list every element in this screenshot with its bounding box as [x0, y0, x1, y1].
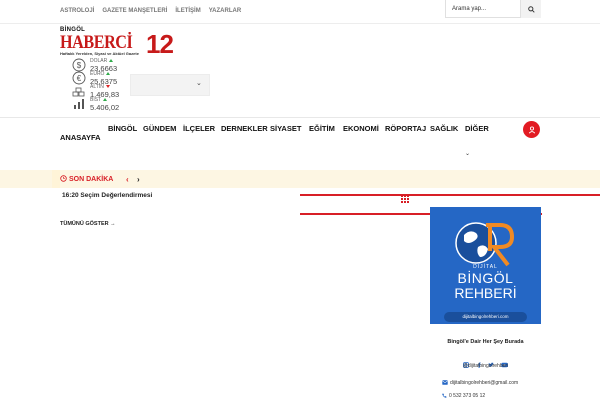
nav-item-saglik[interactable]: SAĞLIK [430, 124, 458, 133]
breaking-headline[interactable]: 16:20 Seçim Değerlendirmesi [62, 192, 152, 199]
chevron-down-icon[interactable]: ⌄ [465, 150, 470, 157]
phone-icon [442, 393, 447, 398]
globe-logo-icon [455, 222, 515, 267]
dijital-bingol-rehberi-ad[interactable]: DİJİTAL BİNGÖL REHBERİ dijitalbingolrehb… [430, 207, 541, 400]
user-login-button[interactable] [523, 121, 540, 138]
breaking-news-accent [52, 170, 60, 188]
top-link-gazete-mansetleri[interactable]: GAZETE MANŞETLERİ [98, 8, 171, 14]
ad-phone[interactable]: 0 532 373 05 12 [442, 393, 485, 399]
ad-bingol: BİNGÖL [457, 270, 514, 286]
top-link-iletisim[interactable]: İLETİŞİM [171, 8, 204, 14]
nav-divider [0, 117, 600, 118]
top-link-yazarlar[interactable]: YAZARLAR [205, 8, 245, 14]
top-links: ASTROLOJİ GAZETE MANŞETLERİ İLETİŞİM YAZ… [60, 8, 245, 14]
search-button[interactable] [521, 0, 541, 18]
svg-text:$: $ [77, 61, 82, 70]
nav-item-anasayfa[interactable]: ANASAYFA [60, 133, 101, 142]
search-icon [527, 5, 535, 13]
nav-item-siyaset[interactable]: SİYASET [270, 124, 301, 133]
clock-icon [60, 175, 67, 182]
bist-icon [74, 99, 84, 109]
user-icon [528, 126, 535, 133]
section-divider [300, 194, 600, 196]
nav-item-gundem[interactable]: GÜNDEM [143, 124, 176, 133]
svg-text:€: € [77, 74, 82, 83]
site-logo[interactable]: BİNGÖL HABERCİ 12 Haftalık Yerelden, Siy… [60, 27, 178, 59]
logo-number: 12 [146, 29, 174, 59]
ad-url[interactable]: dijitalbingolrehberi.com [444, 312, 527, 322]
ad-rehber: REHBERİ [454, 285, 517, 301]
show-all-link[interactable]: TÜMÜNÜ GÖSTER → [60, 221, 116, 227]
ad-tagline: Bingöl'e Dair Her Şey Burada [447, 339, 524, 345]
chevron-right-icon[interactable]: › [137, 175, 140, 184]
mail-icon [442, 380, 448, 385]
top-link-astroloji[interactable]: ASTROLOJİ [60, 8, 98, 14]
nav-item-ilceler[interactable]: İLÇELER [183, 124, 215, 133]
nav-item-ekonomi[interactable]: EKONOMİ [343, 124, 379, 133]
ad-email[interactable]: dijitalbingolrehberi@gmail.com [442, 380, 518, 386]
nav-item-dernekler[interactable]: DERNEKLER [221, 124, 268, 133]
search-input[interactable]: Arama yap... [445, 0, 521, 18]
ad-handle[interactable]: @dijitalbingolrehberi [430, 363, 541, 369]
nav-item-egitim[interactable]: EĞİTİM [309, 124, 335, 133]
gold-icon [72, 87, 85, 97]
euro-icon: € [72, 71, 86, 85]
chevron-left-icon[interactable]: ‹ [126, 175, 129, 184]
grid-icon[interactable] [401, 195, 409, 203]
nav-item-diger[interactable]: DİĞER [465, 124, 489, 133]
finance-value: 5.406,02 [90, 103, 120, 112]
logo-tagline: Haftalık Yerelden, Siyasi ve Aktüel Gaze… [60, 51, 139, 56]
nav-item-roportaj[interactable]: RÖPORTAJ [385, 124, 426, 133]
dollar-icon: $ [72, 58, 86, 72]
breaking-news-title: SON DAKİKA [60, 175, 113, 183]
nav-item-bingol[interactable]: BİNGÖL [108, 124, 137, 133]
chevron-down-icon: ⌄ [196, 80, 202, 87]
